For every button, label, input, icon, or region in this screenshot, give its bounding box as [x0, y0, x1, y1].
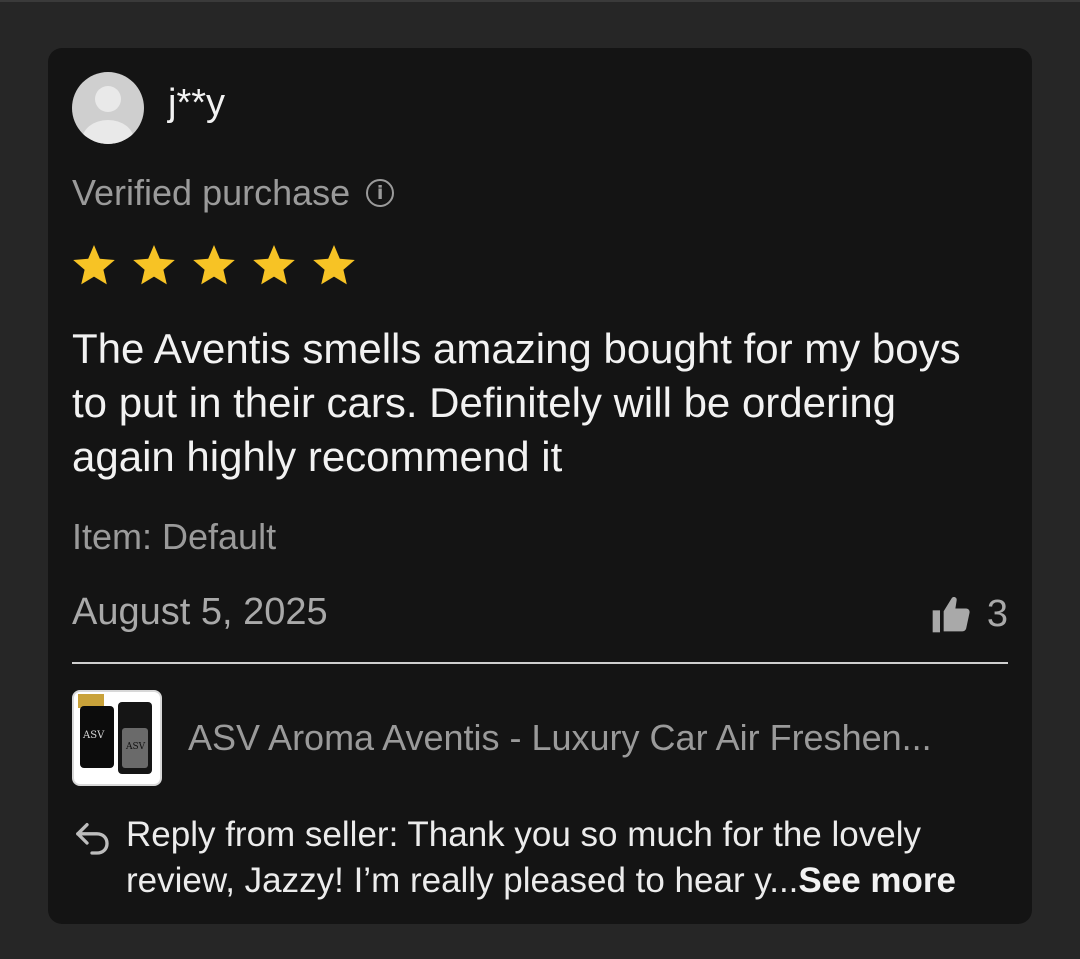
star-icon	[133, 245, 175, 285]
reply-arrow-icon	[76, 823, 109, 855]
product-link[interactable]: ASV ASV ASV Aroma Aventis - Luxury Car A…	[72, 690, 932, 786]
star-icon	[193, 245, 235, 285]
item-variant: Item: Default	[72, 516, 277, 557]
verified-purchase-row: Verified purchase i	[72, 172, 395, 214]
thumbnail-brand-text: ASV	[83, 730, 105, 741]
star-icon	[313, 245, 355, 285]
reviewer-row: j**y	[72, 72, 225, 144]
review-text: The Aventis smells amazing bought for my…	[72, 325, 961, 480]
default-avatar-icon	[72, 72, 144, 144]
section-divider	[72, 662, 1008, 664]
info-icon[interactable]: i	[366, 179, 395, 207]
helpful-count: 3	[986, 592, 1008, 635]
top-divider	[0, 0, 1080, 2]
star-icon	[253, 245, 295, 285]
star-rating	[70, 242, 370, 290]
reviewer-name: j**y	[168, 81, 226, 124]
thumbs-up-icon	[932, 596, 970, 633]
review-date: August 5, 2025	[72, 591, 328, 633]
product-thumbnail[interactable]: ASV ASV	[72, 690, 162, 786]
verified-purchase-label: Verified purchase	[72, 172, 351, 213]
thumbnail-brand-text-2: ASV	[126, 742, 146, 752]
see-more-link[interactable]: See more	[798, 861, 956, 900]
star-icon	[73, 245, 115, 285]
review-card: j**y Verified purchase i The Aventis sme…	[48, 48, 1032, 924]
seller-reply: Reply from seller: Thank you so much for…	[72, 812, 986, 904]
seller-reply-text: Reply from seller: Thank you so much for…	[126, 812, 986, 904]
product-title[interactable]: ASV Aroma Aventis - Luxury Car Air Fresh…	[188, 717, 932, 759]
helpful-button[interactable]: 3	[929, 592, 1008, 636]
